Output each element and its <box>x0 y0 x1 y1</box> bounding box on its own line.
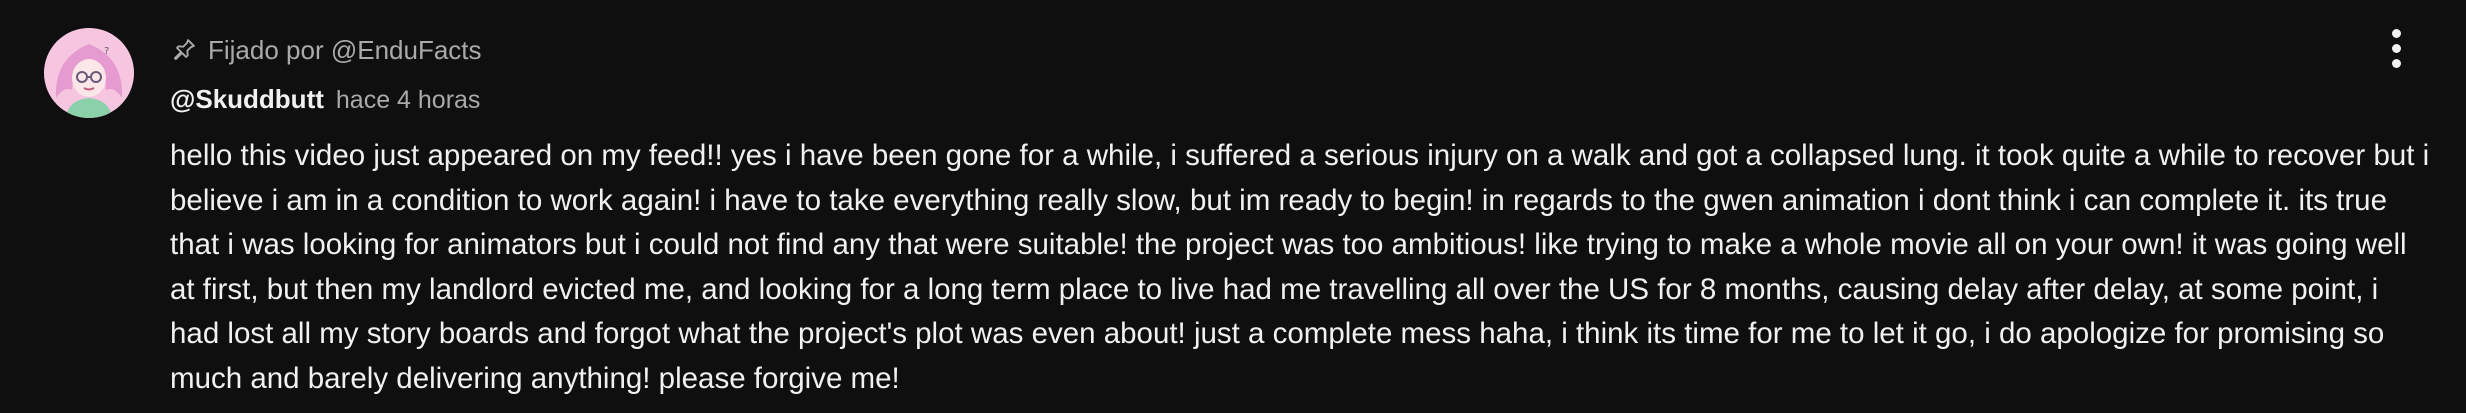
pin-icon <box>170 36 198 64</box>
pinned-badge: Fijado por @EnduFacts <box>170 30 2420 70</box>
comment-timestamp[interactable]: hace 4 horas <box>336 86 481 115</box>
comment-text: hello this video just appeared on my fee… <box>170 139 2430 395</box>
pinned-label: Fijado por @EnduFacts <box>208 34 482 65</box>
more-vert-icon <box>2391 28 2401 38</box>
comment-action-menu-button[interactable] <box>2376 24 2416 72</box>
avatar[interactable]: ? <box>44 28 134 118</box>
avatar-image: ? <box>44 28 134 118</box>
comment-thread: ? Fijado por @EnduFacts @Skuddbutt hace … <box>0 0 2466 413</box>
author-name[interactable]: @Skuddbutt <box>170 84 324 115</box>
comment-header: @Skuddbutt hace 4 horas <box>170 84 2420 124</box>
comment-body: Fijado por @EnduFacts @Skuddbutt hace 4 … <box>170 30 2429 401</box>
svg-text:?: ? <box>104 46 109 57</box>
